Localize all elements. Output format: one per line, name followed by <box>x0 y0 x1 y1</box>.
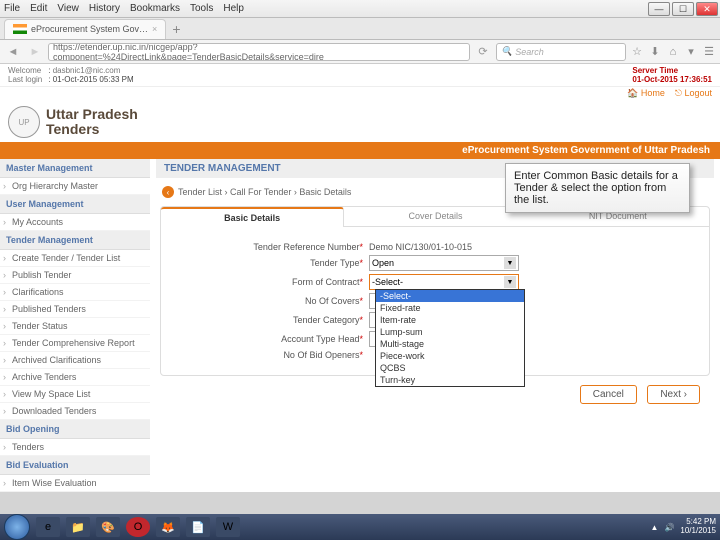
browser-toolbar: ◄ ► https://etender.up.nic.in/nicgep/app… <box>0 40 720 64</box>
logout-link[interactable]: ⎋ Logout <box>675 88 712 99</box>
form-panel: Basic Details Cover Details NIT Document… <box>160 206 710 376</box>
tab-title: eProcurement System Gov… <box>31 24 148 34</box>
home-icon[interactable]: ⌂ <box>666 45 680 59</box>
sidebar-item[interactable]: Tender Status <box>0 318 150 335</box>
brand-header: UP Uttar PradeshTenders <box>0 102 720 142</box>
dropdown-option[interactable]: Turn-key <box>376 374 524 386</box>
dropdown-option[interactable]: QCBS <box>376 362 524 374</box>
menu-tools[interactable]: Tools <box>190 3 213 14</box>
label-bid-openers: No Of Bid Openers* <box>169 350 369 360</box>
sidebar-item[interactable]: Item Wise Evaluation <box>0 475 150 492</box>
tab-cover-details[interactable]: Cover Details <box>344 207 526 227</box>
chevron-down-icon: ▼ <box>504 276 516 288</box>
windows-taskbar: e 📁 🎨 O 🦊 📄 W ▲ 🔊 5:42 PM10/1/2015 <box>0 514 720 540</box>
top-info-bar: WelcomeLast login : dasbnic1@nic.com: 01… <box>0 64 720 87</box>
label-account-type: Account Type Head* <box>169 334 369 344</box>
window-maximize[interactable]: ☐ <box>672 2 694 16</box>
taskbar-paint-icon[interactable]: 🎨 <box>96 517 120 537</box>
dropdown-option[interactable]: Fixed-rate <box>376 302 524 314</box>
label-form-contract: Form of Contract* <box>169 277 369 287</box>
sidebar-item[interactable]: Archived Clarifications <box>0 352 150 369</box>
select-form-contract[interactable]: -Select-▼ <box>369 274 519 290</box>
sidebar-item[interactable]: Create Tender / Tender List <box>0 250 150 267</box>
bookmark-star-icon[interactable]: ☆ <box>630 45 644 59</box>
label-no-covers: No Of Covers* <box>169 296 369 306</box>
sidebar-item[interactable]: Archive Tenders <box>0 369 150 386</box>
instruction-callout: Enter Common Basic details for a Tender … <box>505 163 690 213</box>
sidebar-section: User Management <box>0 195 150 214</box>
tab-basic-details[interactable]: Basic Details <box>161 207 344 227</box>
tab-close-icon[interactable]: × <box>152 24 157 34</box>
start-button[interactable] <box>4 514 30 540</box>
browser-tabstrip: eProcurement System Gov… × + <box>0 18 720 40</box>
home-link[interactable]: 🏠 Home <box>627 88 665 99</box>
india-flag-icon <box>13 24 27 34</box>
sidebar-item[interactable]: Clarifications <box>0 284 150 301</box>
dropdown-option[interactable]: Piece-work <box>376 350 524 362</box>
reload-button[interactable]: ⟳ <box>474 43 492 61</box>
dropdown-form-contract: -Select- Fixed-rate Item-rate Lump-sum M… <box>375 289 525 387</box>
cancel-button[interactable]: Cancel <box>580 385 637 404</box>
sidebar-item[interactable]: Tender Comprehensive Report <box>0 335 150 352</box>
back-icon[interactable]: ‹ <box>162 186 174 198</box>
sidebar-item[interactable]: Org Hierarchy Master <box>0 178 150 195</box>
tray-flag-icon[interactable]: ▲ <box>651 523 659 532</box>
sidebar-item[interactable]: Downloaded Tenders <box>0 403 150 420</box>
tray-network-icon[interactable]: 🔊 <box>664 523 674 532</box>
dropdown-option[interactable]: Lump-sum <box>376 326 524 338</box>
search-icon: 🔍 <box>501 46 512 57</box>
new-tab-button[interactable]: + <box>172 21 180 37</box>
bookmarks-list-icon[interactable]: ▾ <box>684 45 698 59</box>
forward-button[interactable]: ► <box>26 43 44 61</box>
dropdown-option[interactable]: -Select- <box>376 290 524 302</box>
server-time: Server Time01-Oct-2015 17:36:51 <box>632 66 712 84</box>
taskbar-word-icon[interactable]: W <box>216 517 240 537</box>
dropdown-option[interactable]: Multi-stage <box>376 338 524 350</box>
sidebar-item[interactable]: Tenders <box>0 439 150 456</box>
label-ref-number: Tender Reference Number* <box>169 242 369 252</box>
sidebar-item[interactable]: Publish Tender <box>0 267 150 284</box>
sidebar-item[interactable]: Published Tenders <box>0 301 150 318</box>
chevron-down-icon: ▼ <box>504 257 516 269</box>
dropdown-option[interactable]: Item-rate <box>376 314 524 326</box>
search-input[interactable]: 🔍 Search <box>496 43 626 61</box>
taskbar-explorer-icon[interactable]: 📁 <box>66 517 90 537</box>
menu-bookmarks[interactable]: Bookmarks <box>130 3 180 14</box>
sidebar-nav: Master Management Org Hierarchy Master U… <box>0 159 150 492</box>
taskbar-ie-icon[interactable]: e <box>36 517 60 537</box>
menu-file[interactable]: File <box>4 3 20 14</box>
taskbar-app-icon[interactable]: 📄 <box>186 517 210 537</box>
taskbar-firefox-icon[interactable]: 🦊 <box>156 517 180 537</box>
sidebar-item[interactable]: My Accounts <box>0 214 150 231</box>
browser-tab[interactable]: eProcurement System Gov… × <box>4 19 166 39</box>
sidebar-section: Tender Management <box>0 231 150 250</box>
main-panel: TENDER MANAGEMENT Enter Common Basic det… <box>150 159 720 492</box>
label-tender-type: Tender Type* <box>169 258 369 268</box>
taskbar-opera-icon[interactable]: O <box>126 517 150 537</box>
label-tender-category: Tender Category* <box>169 315 369 325</box>
system-title-bar: eProcurement System Government of Uttar … <box>0 142 720 159</box>
menu-edit[interactable]: Edit <box>30 3 47 14</box>
downloads-icon[interactable]: ⬇ <box>648 45 662 59</box>
browser-menubar: File Edit View History Bookmarks Tools H… <box>0 0 720 18</box>
next-button[interactable]: Next › <box>647 385 700 404</box>
value-ref-number: Demo NIC/130/01-10-015 <box>369 242 472 252</box>
state-emblem-icon: UP <box>8 106 40 138</box>
sidebar-section: Master Management <box>0 159 150 178</box>
window-close[interactable]: ✕ <box>696 2 718 16</box>
window-minimize[interactable]: — <box>648 2 670 16</box>
system-tray: ▲ 🔊 5:42 PM10/1/2015 <box>651 518 716 536</box>
url-input[interactable]: https://etender.up.nic.in/nicgep/app?com… <box>48 43 470 61</box>
taskbar-clock[interactable]: 5:42 PM10/1/2015 <box>680 518 716 536</box>
menu-view[interactable]: View <box>57 3 79 14</box>
menu-history[interactable]: History <box>89 3 120 14</box>
hamburger-menu-icon[interactable]: ☰ <box>702 45 716 59</box>
sidebar-item[interactable]: View My Space List <box>0 386 150 403</box>
select-tender-type[interactable]: Open▼ <box>369 255 519 271</box>
back-button[interactable]: ◄ <box>4 43 22 61</box>
sidebar-section: Bid Evaluation <box>0 456 150 475</box>
sidebar-section: Bid Opening <box>0 420 150 439</box>
menu-help[interactable]: Help <box>223 3 244 14</box>
page-content: WelcomeLast login : dasbnic1@nic.com: 01… <box>0 64 720 492</box>
